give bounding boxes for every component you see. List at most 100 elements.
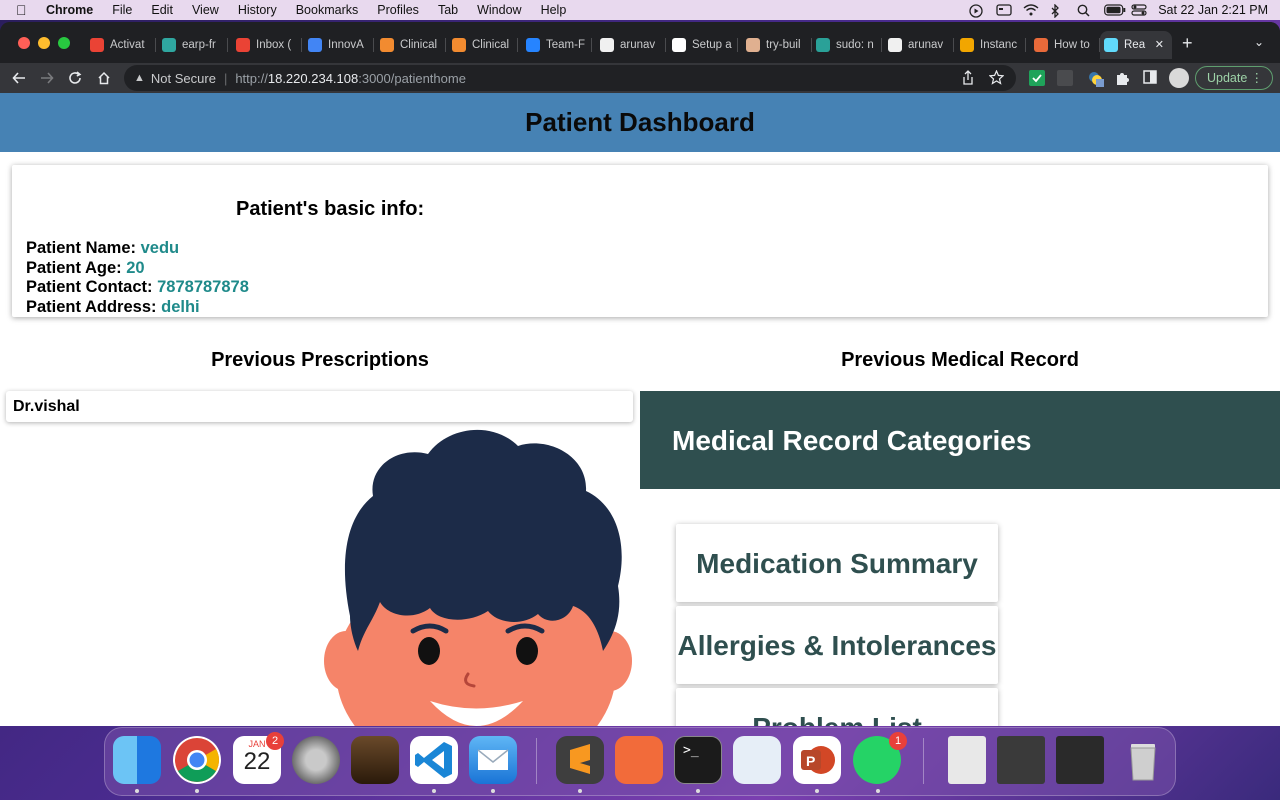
- patient-contact-value: 7878787878: [157, 278, 249, 296]
- minimized-window-thumbnail[interactable]: [997, 736, 1045, 784]
- finder-icon[interactable]: [113, 736, 161, 784]
- url-text: http://18.220.234.108:3000/patienthome: [235, 70, 466, 86]
- play-icon[interactable]: [969, 4, 983, 18]
- extension-grid-icon[interactable]: [1057, 70, 1073, 86]
- chrome-icon[interactable]: [173, 736, 221, 784]
- tab-search-chevron-icon[interactable]: ⌄: [1254, 35, 1264, 49]
- powerpoint-icon[interactable]: P: [793, 736, 841, 784]
- menu-file[interactable]: File: [112, 0, 132, 20]
- category-allergies-intolerances[interactable]: Allergies & Intolerances: [676, 606, 998, 684]
- tab-label: Activat: [110, 39, 145, 51]
- menu-app-name[interactable]: Chrome: [46, 0, 93, 20]
- patient-age-row: Patient Age: 20: [26, 258, 145, 277]
- medium-icon: [672, 38, 686, 52]
- tab-4[interactable]: Clinical: [376, 31, 446, 59]
- patient-age-value: 20: [126, 258, 145, 277]
- garageband-icon[interactable]: [351, 736, 399, 784]
- prescriptions-heading: Previous Prescriptions: [211, 349, 429, 371]
- display-icon[interactable]: [996, 4, 1012, 16]
- system-preferences-icon[interactable]: [292, 736, 340, 784]
- close-window-button[interactable]: [18, 37, 30, 49]
- control-center-icon[interactable]: [1131, 4, 1147, 16]
- apple-menu-icon[interactable]: : [16, 0, 32, 20]
- tab-9[interactable]: try-buil: [742, 31, 812, 59]
- tab-7[interactable]: arunav: [596, 31, 666, 59]
- profile-avatar-icon[interactable]: [1169, 68, 1189, 88]
- categories-banner-title: Medical Record Categories: [672, 425, 1032, 456]
- close-tab-icon[interactable]: ✕: [1155, 38, 1164, 51]
- bluetooth-icon[interactable]: [1050, 3, 1064, 19]
- share-icon[interactable]: [962, 70, 974, 88]
- document-stack-icon[interactable]: [948, 736, 986, 784]
- extensions-puzzle-icon[interactable]: [1114, 70, 1130, 86]
- category-medication-summary[interactable]: Medication Summary: [676, 524, 998, 602]
- menu-profiles[interactable]: Profiles: [377, 0, 419, 20]
- tab-0[interactable]: Activat: [86, 31, 156, 59]
- menu-history[interactable]: History: [238, 0, 277, 20]
- forward-button[interactable]: [36, 67, 58, 89]
- patient-address-value: delhi: [161, 297, 200, 316]
- tab-12[interactable]: Instanc: [956, 31, 1026, 59]
- terminal-icon[interactable]: >_: [674, 736, 722, 784]
- avatar-icon: [746, 38, 760, 52]
- menu-tab[interactable]: Tab: [438, 0, 458, 20]
- tab-5[interactable]: Clinical: [448, 31, 518, 59]
- tab-1[interactable]: earp-fr: [158, 31, 228, 59]
- openmrs-icon: [380, 38, 394, 52]
- tab-3[interactable]: InnovA: [304, 31, 374, 59]
- tab-8[interactable]: Setup a: [668, 31, 738, 59]
- bookmark-star-icon[interactable]: [988, 69, 1005, 88]
- mail-icon[interactable]: [469, 736, 517, 784]
- menu-edit[interactable]: Edit: [151, 0, 173, 20]
- extension-check-icon[interactable]: [1029, 70, 1045, 86]
- home-button[interactable]: [93, 67, 115, 89]
- vscode-icon[interactable]: [410, 736, 458, 784]
- security-label: Not Secure: [150, 70, 216, 86]
- address-bar[interactable]: ▲ Not Secure | http://18.220.234.108:300…: [124, 65, 1016, 91]
- patient-contact-row: Patient Contact: 7878787878: [26, 278, 249, 296]
- tab-6[interactable]: Team-F: [522, 31, 592, 59]
- update-button[interactable]: Update ⋮: [1195, 66, 1273, 90]
- tab-10[interactable]: sudo: n: [812, 31, 882, 59]
- blog-icon: [1034, 38, 1048, 52]
- search-icon[interactable]: [1077, 4, 1091, 17]
- zoom-window-button[interactable]: [58, 37, 70, 49]
- wifi-icon[interactable]: [1023, 4, 1039, 16]
- reload-button[interactable]: [64, 67, 86, 89]
- menu-window[interactable]: Window: [477, 0, 521, 20]
- menu-view[interactable]: View: [192, 0, 219, 20]
- tab-11[interactable]: arunav: [884, 31, 954, 59]
- extension-python-icon[interactable]: [1087, 70, 1104, 87]
- battery-icon[interactable]: [1104, 4, 1126, 16]
- menu-clock[interactable]: Sat 22 Jan 2:21 PM: [1158, 3, 1268, 17]
- sublime-text-icon[interactable]: [556, 736, 604, 784]
- prescription-item[interactable]: Dr.vishal: [6, 391, 633, 422]
- gmail-icon: [90, 38, 104, 52]
- tab-strip: Activat earp-fr Inbox ( InnovA Clinical Clini…: [0, 22, 1280, 63]
- side-panel-icon[interactable]: [1143, 70, 1159, 86]
- tab-label: Team-F: [546, 39, 585, 51]
- tab-14[interactable]: Rea ✕: [1100, 31, 1172, 59]
- menu-bookmarks[interactable]: Bookmarks: [296, 0, 359, 20]
- medical-record-heading: Previous Medical Record: [841, 349, 1079, 371]
- postgres-elephant-icon[interactable]: [733, 736, 781, 784]
- cartoon-avatar-illustration: [318, 426, 638, 726]
- tab-label: How to: [1054, 39, 1090, 51]
- tab-label: InnovA: [328, 39, 364, 51]
- stackexchange-icon: [816, 38, 830, 52]
- category-problem-list[interactable]: Problem List: [676, 688, 998, 726]
- tab-2[interactable]: Inbox (: [232, 31, 302, 59]
- new-tab-button[interactable]: +: [1182, 34, 1193, 52]
- minimized-vscode-thumbnail[interactable]: [1056, 736, 1104, 784]
- kebab-menu-icon[interactable]: ⋮: [1251, 67, 1264, 89]
- back-button[interactable]: [8, 67, 30, 89]
- categories-banner: Medical Record Categories: [640, 391, 1280, 489]
- tab-13[interactable]: How to: [1030, 31, 1100, 59]
- postman-icon[interactable]: [615, 736, 663, 784]
- menu-help[interactable]: Help: [541, 0, 567, 20]
- not-secure-warning-icon[interactable]: ▲: [134, 72, 145, 84]
- trash-icon[interactable]: [1119, 736, 1167, 784]
- minimize-window-button[interactable]: [38, 37, 50, 49]
- browser-window: Activat earp-fr Inbox ( InnovA Clinical Clini…: [0, 22, 1280, 726]
- svg-text:P: P: [806, 753, 815, 769]
